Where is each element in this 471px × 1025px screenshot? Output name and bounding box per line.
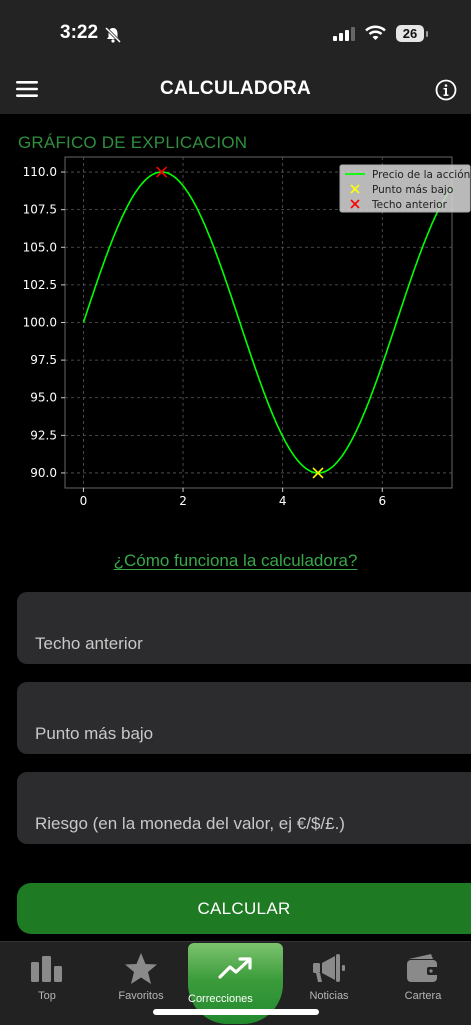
battery-indicator: 26 [396,25,424,42]
price-chart: 90.0 92.5 95.0 97.5 100.0 102.5 105.0 107.5 110.… [23,156,471,508]
lowest-point-field[interactable] [17,682,471,754]
info-icon[interactable] [435,79,457,101]
risk-input[interactable] [17,772,471,844]
y-tick-label: 110.0 [23,165,57,179]
wifi-icon [365,25,386,40]
tab-label: Correcciones [188,993,253,1005]
tab-cartera[interactable]: Cartera [376,942,470,1025]
y-tick-label: 97.5 [30,353,57,367]
status-bar: 3:22 26 [0,0,471,68]
status-time: 3:22 [60,22,99,43]
tab-label: Top [38,990,56,1002]
battery-tip [426,31,428,37]
star-icon [125,953,157,984]
y-tick-label: 102.5 [23,278,57,292]
risk-field[interactable] [17,772,471,844]
page-title: CALCULADORA [159,78,312,99]
legend-label: Punto más bajo [372,184,453,196]
app-header: CALCULADORA [0,68,471,114]
bell-off-icon [104,26,122,44]
trend-up-icon [217,957,252,979]
wallet-icon [407,954,439,982]
x-tick-label: 4 [279,494,287,508]
y-tick-label: 105.0 [23,240,57,254]
legend-label: Techo anterior [371,199,448,211]
y-tick-label: 92.5 [30,428,57,442]
y-tick-label: 90.0 [30,466,57,480]
home-indicator [153,1009,319,1015]
megaphone-icon [313,954,345,982]
y-tick-label: 100.0 [23,316,57,330]
y-tick-label: 107.5 [23,203,57,217]
tab-label: Favoritos [118,990,164,1002]
x-tick-label: 2 [179,494,187,508]
bar-chart-icon [31,956,62,982]
previous-high-input[interactable] [17,592,471,664]
y-tick-label: 95.0 [30,391,57,405]
previous-high-field[interactable] [17,592,471,664]
tab-top[interactable]: Top [0,942,94,1025]
calculate-button[interactable]: CALCULAR [17,883,471,934]
x-tick-label: 0 [80,494,88,508]
cellular-signal-icon [333,27,355,41]
tab-label: Noticias [309,990,349,1002]
lowest-point-input[interactable] [17,682,471,754]
x-tick-label: 6 [378,494,386,508]
tab-label: Cartera [404,990,442,1002]
legend-label: Precio de la acción [372,169,470,181]
how-it-works-link[interactable]: ¿Cómo funciona la calculadora? [0,551,471,571]
